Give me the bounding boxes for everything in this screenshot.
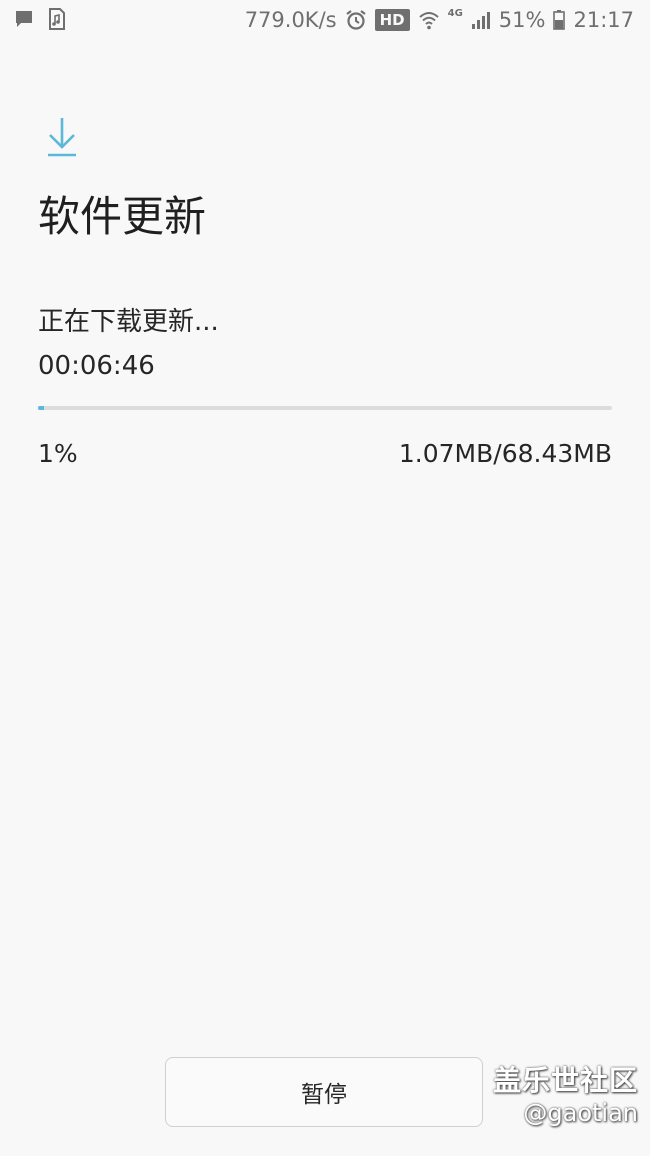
download-icon <box>48 118 76 157</box>
community-watermark: 盖乐世社区 @gaotian <box>493 1064 638 1128</box>
download-status-text: 正在下载更新... <box>38 307 219 337</box>
clock: 21:17 <box>573 8 634 32</box>
signal-icon <box>471 12 490 29</box>
download-percent: 1% <box>38 439 78 468</box>
status-bar: 779.0K/s HD 4G 51% 21:17 <box>0 0 650 40</box>
system-status: 779.0K/s HD 4G 51% 21:17 <box>245 6 634 34</box>
message-icon <box>16 11 32 27</box>
watermark-username: @gaotian <box>523 1099 638 1127</box>
alarm-icon <box>345 10 366 30</box>
network-type: 4G <box>447 8 463 19</box>
battery-percent: 51% <box>498 8 546 32</box>
watermark-community-name: 盖乐世社区 <box>492 1064 638 1097</box>
network-speed: 779.0K/s <box>244 8 337 32</box>
download-progress-fill <box>38 406 44 410</box>
elapsed-time: 00:06:46 <box>38 351 155 381</box>
battery-icon <box>553 10 566 30</box>
page-title: 软件更新 <box>38 192 207 241</box>
download-size: 1.07MB/68.43MB <box>398 439 612 468</box>
download-progress-bar <box>38 406 612 410</box>
pause-button[interactable]: 暂停 <box>165 1057 483 1127</box>
music-file-icon <box>49 8 65 30</box>
wifi-icon <box>418 12 439 30</box>
hd-badge: HD <box>374 9 410 31</box>
notification-icons <box>14 8 66 30</box>
